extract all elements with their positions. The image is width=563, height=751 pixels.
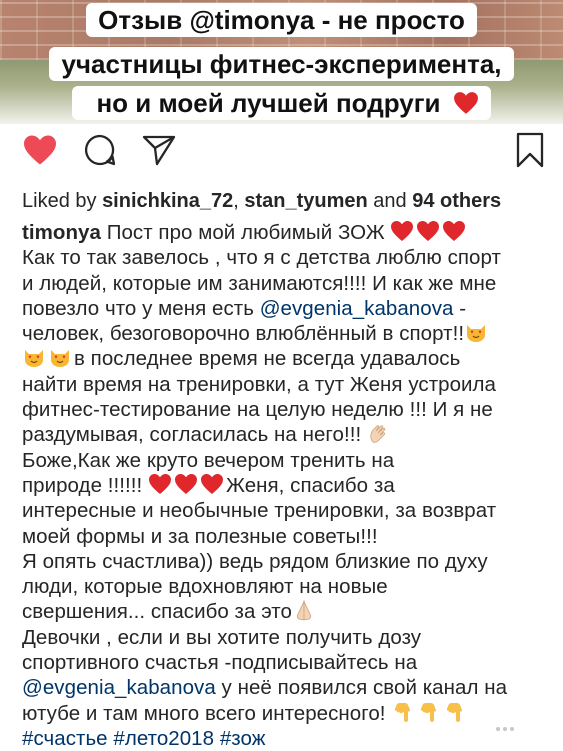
caption-text: ютубе и там много всего интересного!	[22, 701, 392, 725]
caption-line: найти время на тренировки, а тут Женя ус…	[22, 372, 496, 396]
caption-text: раздумывая, согласилась на него!!!	[22, 423, 367, 447]
caption-line: Боже,Как же круто вечером тренить на	[22, 448, 395, 472]
caption-text: свершения... спасибо за это	[22, 600, 292, 624]
heart-eyes-cat-emoji-icon	[467, 325, 486, 343]
likes-prefix: Liked by	[22, 190, 103, 212]
caption-line: ютубе и там много всего интересного!	[22, 701, 547, 726]
likes-separator: ,	[233, 190, 245, 212]
hashtag-link[interactable]: #счастье	[22, 727, 108, 750]
photo-caption-line-2: участницы фитнес-эксперимента,	[0, 47, 563, 81]
comment-icon[interactable]	[83, 133, 117, 167]
likes-others-link[interactable]: 94 others	[412, 190, 501, 212]
red-heart-emoji-icon	[174, 473, 197, 494]
caption-line: раздумывая, согласилась на него!!!	[22, 422, 547, 447]
send-icon[interactable]	[142, 134, 176, 166]
caption-username[interactable]: timonya	[22, 221, 101, 244]
mention-link[interactable]: @evgenia_kabanova	[22, 676, 216, 699]
caption-line: Как то так завелось , что я с детства лю…	[22, 246, 501, 270]
caption-line: интересные и необычные тренировки, за во…	[22, 499, 497, 523]
liker-username[interactable]: stan_tyumen	[244, 190, 367, 212]
caption-line: Я опять счастлива)) ведь рядом близкие п…	[22, 549, 488, 573]
bookmark-icon[interactable]	[516, 132, 544, 168]
folded-hands-emoji-icon	[296, 600, 311, 621]
red-heart-emoji-icon	[417, 221, 440, 241]
hashtag-link[interactable]: #лето2018	[113, 727, 214, 750]
caption-line: моей формы и за полезные советы!!!	[22, 524, 378, 548]
caption-text: Женя, спасибо за	[225, 473, 395, 497]
caption-text: человек, безоговорочно влюблённый в спор…	[22, 322, 465, 346]
caption-line: и людей, которые им занимаются!!!! И как…	[22, 271, 497, 295]
liker-username[interactable]: sinichkina_72	[102, 190, 233, 212]
caption-line: люди, которые вдохновляют на новые	[22, 575, 388, 599]
likes-and: and	[367, 190, 413, 212]
heart-filled-icon[interactable]	[22, 134, 58, 166]
photo-caption-line-3: но и моей лучшей подруги	[0, 86, 563, 120]
caption-text: природе !!!!!!	[22, 473, 148, 497]
caption-line: свершения... спасибо за это	[22, 599, 547, 624]
pointing-down-emoji-icon	[421, 702, 437, 722]
caption-line: спортивного счастья -подписывайтесь на	[22, 651, 418, 675]
clapping-hands-emoji-icon	[370, 425, 386, 444]
caption-text: Пост про мой любимый ЗОЖ	[100, 221, 391, 244]
likes-summary[interactable]: Liked by sinichkina_72, stan_tyumen and …	[22, 189, 501, 213]
hashtag-link[interactable]: #зож	[220, 727, 266, 750]
caption-text: -	[453, 296, 467, 320]
pointing-down-emoji-icon	[447, 702, 463, 722]
caption-text: в последнее время не всегда удавалось	[74, 347, 461, 371]
red-heart-emoji-icon	[200, 473, 223, 494]
heart-eyes-cat-emoji-icon	[51, 350, 69, 368]
pointing-down-emoji-icon	[395, 702, 411, 722]
caption-line: фитнес-тестирование на целую неделю !!! …	[22, 398, 493, 422]
post-caption: timonya Пост про мой любимый ЗОЖ Как то …	[22, 220, 547, 751]
red-heart-emoji-icon	[443, 221, 466, 241]
hashtag-line: #счастье #лето2018 #зож	[22, 726, 547, 751]
caption-line: Девочки , если и вы хотите получить дозу	[22, 625, 422, 649]
caption-line: повезло что у меня есть @evgenia_kabanov…	[22, 296, 547, 321]
more-dots-icon[interactable]	[493, 722, 517, 736]
caption-text: у неё появился свой канал на	[215, 676, 508, 700]
red-heart-emoji-icon	[391, 221, 414, 241]
caption-text: повезло что у меня есть	[22, 296, 260, 320]
caption-line: в последнее время не всегда удавалось	[22, 346, 547, 371]
caption-line: природе !!!!!! Женя, спасибо за	[22, 473, 547, 498]
caption-line: @evgenia_kabanova у неё появился свой ка…	[22, 675, 547, 700]
action-bar	[0, 130, 563, 174]
mention-link[interactable]: @evgenia_kabanova	[260, 297, 454, 320]
red-heart-emoji-icon	[148, 473, 171, 494]
red-heart-emoji-icon	[453, 92, 478, 114]
heart-eyes-cat-emoji-icon	[25, 350, 43, 368]
photo-caption-line-1: Отзыв @timonya - не просто	[0, 3, 563, 37]
post-photo[interactable]: Отзыв @timonya - не просто участницы фит…	[0, 0, 563, 124]
caption-line: человек, безоговорочно влюблённый в спор…	[22, 321, 547, 346]
